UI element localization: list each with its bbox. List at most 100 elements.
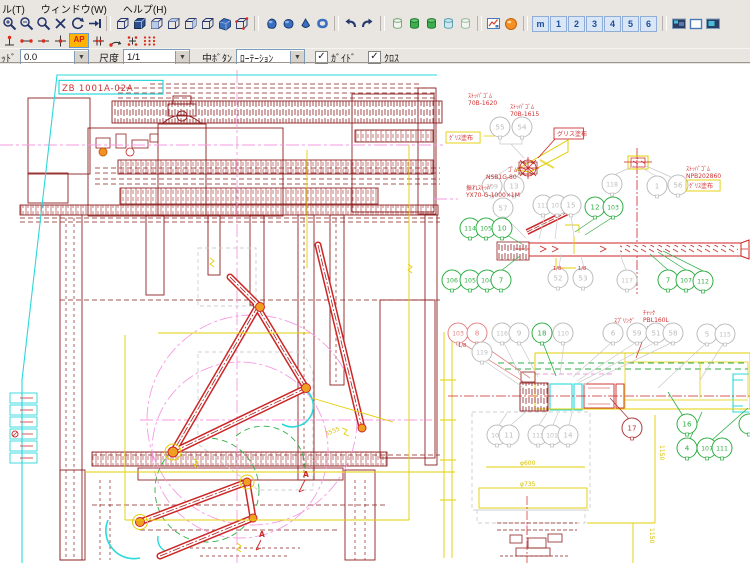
- balloon-6[interactable]: 6: [603, 323, 623, 345]
- balloon-58[interactable]: 58: [663, 323, 683, 345]
- balloon-partial[interactable]: [739, 414, 750, 436]
- solid-tool-2-icon[interactable]: [280, 16, 296, 32]
- solid-tool-1-icon[interactable]: [263, 16, 279, 32]
- menu-item-help[interactable]: ヘルプ(H): [123, 1, 167, 14]
- balloon-18[interactable]: 18: [532, 323, 552, 345]
- pan-view-icon[interactable]: [86, 16, 102, 32]
- label--: ｽﾌﾟﾘﾝｸﾞ: [614, 318, 635, 325]
- zoom-window-icon[interactable]: [35, 16, 51, 32]
- svg-text:115: 115: [719, 331, 731, 338]
- balloon-1[interactable]: 1: [647, 176, 667, 198]
- macro-button-1[interactable]: 1: [550, 16, 567, 32]
- balloon-14[interactable]: 14: [558, 425, 578, 447]
- balloon-17[interactable]: 17: [622, 418, 642, 440]
- undo-icon[interactable]: [343, 16, 359, 32]
- balloon-4[interactable]: 4: [677, 438, 697, 460]
- svg-text:ｽﾄｯﾊﾟｺﾞﾑ: ｽﾄｯﾊﾟｺﾞﾑ: [468, 93, 492, 100]
- balloon-110[interactable]: 110: [553, 323, 573, 345]
- svg-text:105: 105: [480, 225, 492, 232]
- macro-button-4[interactable]: 4: [604, 16, 621, 32]
- svg-text:1150: 1150: [658, 445, 665, 460]
- layer-state-1-icon[interactable]: [389, 16, 405, 32]
- macro-button-5[interactable]: 5: [622, 16, 639, 32]
- macro-button-2[interactable]: 2: [568, 16, 585, 32]
- balloon-103[interactable]: 103: [448, 323, 468, 345]
- balloon-57[interactable]: 57: [493, 198, 513, 220]
- balloon-112[interactable]: 112: [693, 271, 713, 293]
- snap-grid-icon[interactable]: [141, 34, 157, 48]
- balloon-7[interactable]: 7: [491, 270, 511, 292]
- layer-state-2-icon[interactable]: [406, 16, 422, 32]
- delete-icon[interactable]: [52, 16, 68, 32]
- view-iso-filled-icon[interactable]: [132, 16, 148, 32]
- blank-view-icon[interactable]: [688, 16, 704, 32]
- snap-tangent-icon[interactable]: [107, 34, 123, 48]
- macro-button-m[interactable]: m: [532, 16, 549, 32]
- zoom-out-icon[interactable]: [18, 16, 34, 32]
- rotate-view-icon[interactable]: [69, 16, 85, 32]
- layer-state-5-icon[interactable]: [457, 16, 473, 32]
- menu-item-tool[interactable]: ル(T): [2, 1, 25, 14]
- snap-online-icon[interactable]: [90, 34, 106, 48]
- svg-text:ｽﾌﾟﾘﾝｸﾞ: ｽﾌﾟﾘﾝｸﾞ: [614, 318, 635, 325]
- snap-midpoint-icon[interactable]: [35, 34, 51, 48]
- svg-text:52: 52: [553, 273, 562, 282]
- view-side-icon[interactable]: [183, 16, 199, 32]
- layer-state-3-icon[interactable]: [423, 16, 439, 32]
- snap-intersection-icon[interactable]: [52, 34, 68, 48]
- snap-ap-button[interactable]: AP: [69, 33, 89, 48]
- snap-perpendicular-icon[interactable]: [1, 34, 17, 48]
- label-70b-1615: 70B-1615: [510, 111, 539, 118]
- redo-icon[interactable]: [360, 16, 376, 32]
- menu-item-window[interactable]: ウィンドウ(W): [41, 1, 107, 14]
- balloon-5[interactable]: 5: [697, 324, 717, 346]
- balloon-59[interactable]: 59: [627, 323, 647, 345]
- balloon-103[interactable]: 103: [603, 197, 623, 219]
- render-ball-icon[interactable]: [503, 16, 519, 32]
- svg-text:1150: 1150: [648, 528, 655, 543]
- layer-legend[interactable]: [10, 393, 37, 463]
- macro-button-6[interactable]: 6: [640, 16, 657, 32]
- label--: ﾁｬｯｸ: [643, 310, 655, 317]
- label-1150: 1150: [648, 528, 655, 543]
- balloon-16[interactable]: 16: [677, 414, 697, 436]
- label-70b-1620: 70B-1620: [468, 100, 497, 107]
- screen-capture-icon[interactable]: [671, 16, 687, 32]
- solid-tool-4-icon[interactable]: [314, 16, 330, 32]
- view-solid-icon[interactable]: [217, 16, 233, 32]
- screen-preview-icon[interactable]: [705, 16, 721, 32]
- balloon-118[interactable]: 118: [602, 174, 622, 196]
- balloon-117[interactable]: 117: [617, 270, 637, 292]
- macro-button-3[interactable]: 3: [586, 16, 603, 32]
- balloon-12[interactable]: 12: [585, 197, 605, 219]
- zoom-in-icon[interactable]: [1, 16, 17, 32]
- balloon-106[interactable]: 106: [442, 270, 462, 292]
- balloon-9[interactable]: 9: [509, 323, 529, 345]
- drawing-canvas[interactable]: 5554109131181565711310115121031141051010…: [0, 64, 750, 563]
- balloon-54[interactable]: 54: [512, 117, 532, 139]
- view-top-icon[interactable]: [166, 16, 182, 32]
- svg-text:1/8: 1/8: [458, 343, 466, 349]
- view-back-icon[interactable]: [200, 16, 216, 32]
- layer-state-4-icon[interactable]: [440, 16, 456, 32]
- balloon-119[interactable]: 119: [472, 342, 492, 364]
- snap-grid-point-icon[interactable]: [124, 34, 140, 48]
- view-iso-icon[interactable]: [115, 16, 131, 32]
- view-points-icon[interactable]: [234, 16, 250, 32]
- svg-text:57: 57: [498, 203, 507, 212]
- solid-tool-3-icon[interactable]: [297, 16, 313, 32]
- markup-icon[interactable]: [486, 16, 502, 32]
- snap-endpoint-icon[interactable]: [18, 34, 34, 48]
- balloon-111[interactable]: 111: [712, 438, 732, 460]
- svg-text:ﾁｬｯｸ: ﾁｬｯｸ: [643, 310, 655, 317]
- balloon-7[interactable]: 7: [658, 270, 678, 292]
- svg-text:6: 6: [611, 328, 616, 337]
- view-front-icon[interactable]: [149, 16, 165, 32]
- svg-text:グリス塗布: グリス塗布: [557, 130, 587, 138]
- svg-text:53: 53: [578, 273, 587, 282]
- label--: 振れｽﾄｯﾊﾟ: [466, 184, 493, 192]
- balloon-56[interactable]: 56: [668, 175, 688, 197]
- balloon-115[interactable]: 115: [715, 324, 735, 346]
- label-1-8: 1/8: [553, 266, 561, 272]
- toolbar-separator: [380, 16, 385, 31]
